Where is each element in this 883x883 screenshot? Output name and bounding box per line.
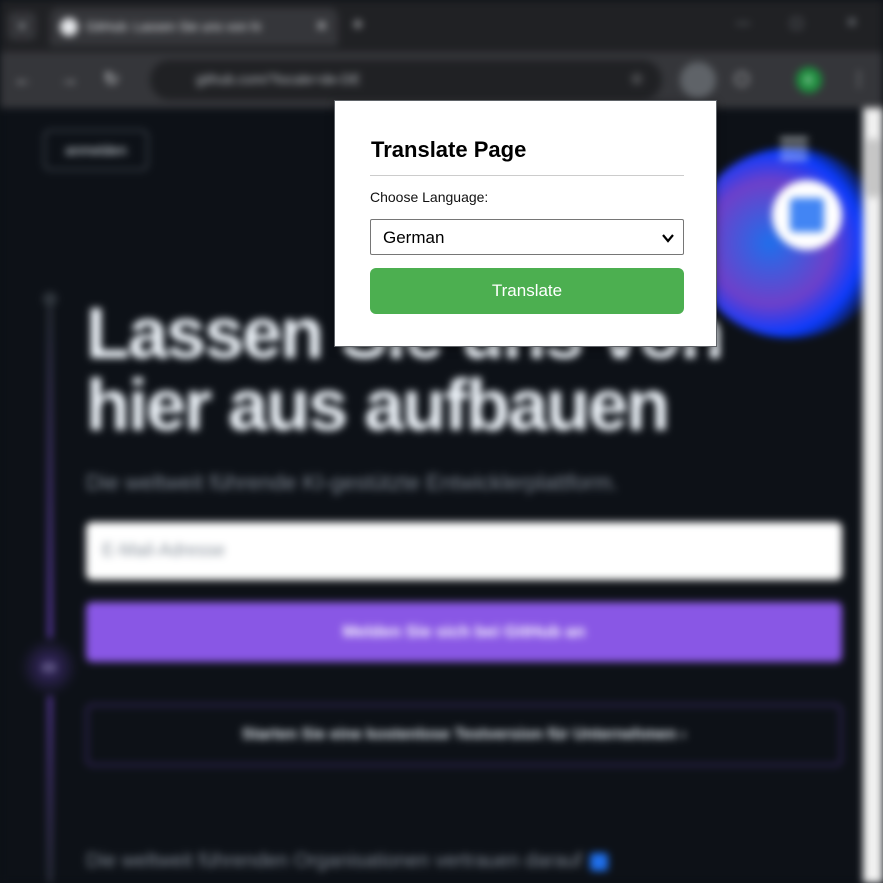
address-bar[interactable]: github.com/?locale=de-DE ☆ xyxy=(150,60,662,100)
signup-button[interactable]: Melden Sie sich bei GitHub an xyxy=(86,602,842,662)
page-scrollbar[interactable] xyxy=(863,108,883,883)
hero-subtitle: Die weltweit führende KI-gestützte Entwi… xyxy=(86,470,618,495)
popup-title: Translate Page xyxy=(371,137,527,162)
code-brackets-icon: ‹› xyxy=(20,638,78,696)
translate-button[interactable]: Translate xyxy=(370,268,684,314)
github-favicon-icon xyxy=(60,18,78,36)
forward-button[interactable]: → xyxy=(60,69,78,90)
language-select-value: German xyxy=(383,228,445,247)
trust-arrow-icon xyxy=(589,852,608,871)
scrollbar-thumb[interactable] xyxy=(867,138,879,198)
reload-button[interactable]: ↻ xyxy=(104,69,119,90)
bookmark-star-icon[interactable]: ☆ xyxy=(630,69,644,89)
trust-text: Die weltweit führenden Organisationen ve… xyxy=(86,850,608,873)
enterprise-trial-button[interactable]: Starten Sie eine kostenlose Testversion … xyxy=(86,704,842,766)
email-input[interactable]: E-Mail-Adresse xyxy=(86,522,842,580)
language-select[interactable]: German xyxy=(370,219,684,255)
new-tab-button[interactable]: + xyxy=(352,14,364,37)
address-text: github.com/?locale=de-DE xyxy=(196,71,361,87)
back-button[interactable]: ← xyxy=(14,69,32,90)
hamburger-menu-icon[interactable] xyxy=(780,138,808,165)
close-window-button[interactable]: ✕ xyxy=(846,14,858,31)
translate-popup: Translate Page Choose Language: German T… xyxy=(334,100,717,347)
tab-search-button[interactable]: ▾ xyxy=(8,12,36,40)
extensions-puzzle-icon[interactable]: ⬡ xyxy=(734,69,750,90)
trust-text-label: Die weltweit führenden Organisationen ve… xyxy=(86,850,582,872)
email-placeholder: E-Mail-Adresse xyxy=(102,540,226,560)
tab-bar: ▾ GitHub: Lassen Sie uns von hi ✕ + — ▢ … xyxy=(0,0,883,52)
signin-link[interactable]: anmelden xyxy=(44,130,148,170)
hero-title-line2: hier aus aufbauen xyxy=(86,366,670,446)
tab-close-icon[interactable]: ✕ xyxy=(315,17,328,35)
profile-avatar[interactable]: K xyxy=(796,67,822,93)
timeline-dot xyxy=(43,292,57,306)
timeline-line xyxy=(48,298,52,883)
popup-divider xyxy=(370,175,684,176)
browser-menu-icon[interactable]: ⋮ xyxy=(850,69,868,90)
browser-tab[interactable]: GitHub: Lassen Sie uns von hi ✕ xyxy=(50,8,338,46)
minimize-button[interactable]: — xyxy=(736,14,750,30)
floating-translate-button[interactable] xyxy=(772,180,842,250)
google-translate-icon xyxy=(790,198,824,232)
maximize-button[interactable]: ▢ xyxy=(790,14,803,31)
translate-extension-icon[interactable] xyxy=(680,62,716,98)
chevron-down-icon xyxy=(662,234,674,243)
tab-title: GitHub: Lassen Sie uns von hi xyxy=(86,19,261,34)
language-label: Choose Language: xyxy=(370,189,489,205)
